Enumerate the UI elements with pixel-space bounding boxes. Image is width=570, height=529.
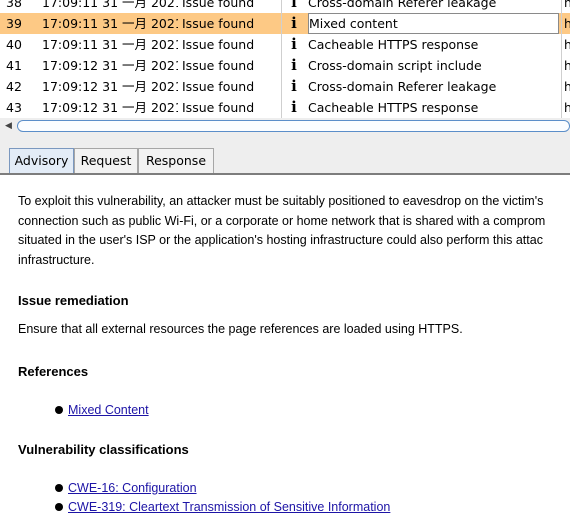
classifications-heading: Vulnerability classifications bbox=[18, 442, 189, 457]
reference-link-mixed-content[interactable]: Mixed Content bbox=[68, 403, 149, 417]
row-issue: Cacheable HTTPS response bbox=[308, 37, 479, 52]
row-time: 17:09:12 31 一月 2021 bbox=[42, 58, 178, 73]
row-host: h bbox=[564, 37, 570, 52]
row-time: 17:09:12 31 一月 2021 bbox=[42, 100, 178, 115]
row-type: Issue found bbox=[182, 16, 255, 31]
info-icon: i bbox=[291, 77, 297, 95]
table-row[interactable]: 41 17:09:12 31 一月 2021 Issue found i Cross-d… bbox=[0, 55, 570, 76]
bullet-icon bbox=[55, 405, 63, 414]
table-row[interactable]: 43 17:09:12 31 一月 2021 Issue found i Cacheab… bbox=[0, 97, 570, 118]
intro-line: situated in the user's ISP or the applic… bbox=[18, 233, 543, 248]
row-host: h bbox=[564, 0, 570, 10]
advisory-panel: To exploit this vulnerability, an attack… bbox=[0, 175, 570, 529]
column-divider bbox=[281, 0, 282, 118]
references-heading: References bbox=[18, 364, 89, 379]
row-time: 17:09:12 31 一月 2021 bbox=[42, 79, 178, 94]
row-type: Issue found bbox=[182, 79, 255, 94]
advisory-intro: To exploit this vulnerability, an attack… bbox=[18, 192, 545, 271]
info-icon: i bbox=[291, 35, 297, 53]
tab-request[interactable]: Request bbox=[74, 148, 138, 173]
info-icon: i bbox=[291, 56, 297, 74]
list-item: Mixed Content bbox=[55, 403, 149, 417]
column-divider bbox=[561, 0, 562, 118]
classification-link-cwe-16[interactable]: CWE-16: Configuration bbox=[68, 481, 197, 495]
row-issue: Mixed content bbox=[308, 13, 559, 34]
bullet-icon bbox=[55, 483, 63, 492]
row-time: 17:09:11 31 一月 2021 bbox=[42, 37, 178, 52]
table-row[interactable]: 42 17:09:12 31 一月 2021 Issue found i Cross-d… bbox=[0, 76, 570, 97]
table-row[interactable]: 38 17:09:11 31 一月 2021 Issue found i Cross-d… bbox=[0, 0, 570, 13]
detail-tabbar: Advisory Request Response bbox=[0, 135, 570, 174]
row-number: 42 bbox=[6, 79, 22, 94]
info-icon: i bbox=[291, 0, 297, 11]
row-host: h bbox=[564, 79, 570, 94]
tab-advisory[interactable]: Advisory bbox=[9, 148, 74, 174]
table-row[interactable]: 40 17:09:11 31 一月 2021 Issue found i Cacheab… bbox=[0, 34, 570, 55]
row-number: 43 bbox=[6, 100, 22, 115]
tab-response[interactable]: Response bbox=[138, 148, 214, 173]
row-time: 17:09:11 31 一月 2021 bbox=[42, 16, 178, 31]
row-host: h bbox=[564, 100, 570, 115]
row-type: Issue found bbox=[182, 100, 255, 115]
intro-line: connection such as public Wi-Fi, or a co… bbox=[18, 213, 546, 228]
remediation-text: Ensure that all external resources the p… bbox=[18, 322, 463, 336]
row-type: Issue found bbox=[182, 37, 255, 52]
list-item: CWE-16: Configuration bbox=[55, 481, 197, 495]
scrollbar-thumb[interactable] bbox=[17, 120, 570, 132]
issues-table: 38 17:09:11 31 一月 2021 Issue found i Cross-d… bbox=[0, 0, 570, 118]
row-type: Issue found bbox=[182, 0, 255, 10]
bullet-icon bbox=[55, 502, 63, 511]
row-issue: Cacheable HTTPS response bbox=[308, 100, 479, 115]
info-icon: i bbox=[291, 98, 297, 116]
row-number: 39 bbox=[6, 16, 22, 31]
horizontal-scrollbar[interactable]: ◀ bbox=[0, 118, 570, 135]
row-number: 41 bbox=[6, 58, 22, 73]
row-number: 40 bbox=[6, 37, 22, 52]
info-icon: i bbox=[291, 14, 297, 32]
row-host: h bbox=[564, 16, 570, 31]
row-issue: Cross-domain script include bbox=[308, 58, 482, 73]
row-host: h bbox=[564, 58, 570, 73]
row-issue: Cross-domain Referer leakage bbox=[308, 0, 497, 10]
row-time: 17:09:11 31 一月 2021 bbox=[42, 0, 178, 10]
intro-line: To exploit this vulnerability, an attack… bbox=[18, 194, 544, 208]
row-number: 38 bbox=[6, 0, 22, 10]
remediation-heading: Issue remediation bbox=[18, 293, 129, 308]
intro-line: infrastructure. bbox=[18, 253, 95, 268]
classification-link-cwe-319[interactable]: CWE-319: Cleartext Transmission of Sensi… bbox=[68, 500, 390, 514]
list-item: CWE-319: Cleartext Transmission of Sensi… bbox=[55, 500, 390, 514]
row-issue: Cross-domain Referer leakage bbox=[308, 79, 497, 94]
row-type: Issue found bbox=[182, 58, 255, 73]
table-row[interactable]: 39 17:09:11 31 一月 2021 Issue found i Mixed c… bbox=[0, 13, 570, 34]
scroll-left-icon[interactable]: ◀ bbox=[0, 118, 17, 135]
